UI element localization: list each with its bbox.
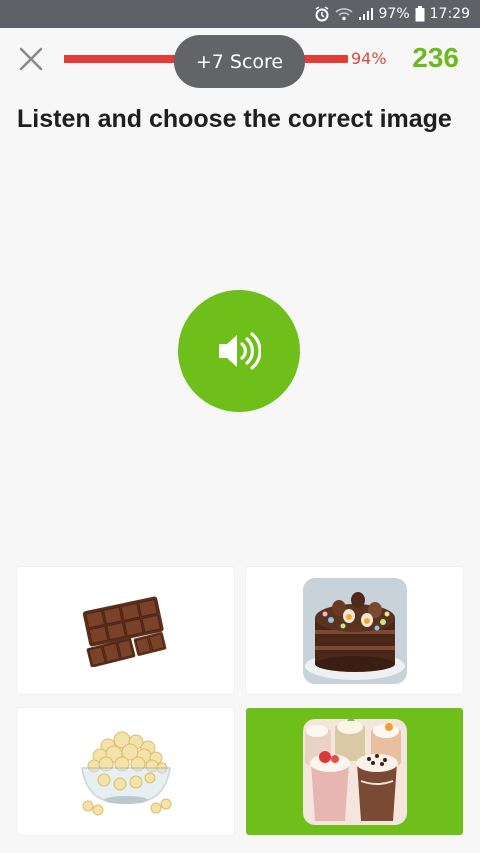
popcorn-bowl-image <box>80 731 171 815</box>
option-popcorn-bowl[interactable] <box>17 708 234 835</box>
option-chocolate-bar[interactable] <box>17 567 234 694</box>
progress-percent: 94% <box>351 49 387 68</box>
score-toast: +7 Score <box>174 35 305 88</box>
status-bar: 97% 17:29 <box>0 0 480 28</box>
battery-percent: 97% <box>378 6 410 22</box>
signal-icon <box>358 7 374 21</box>
close-button[interactable] <box>18 46 44 72</box>
close-icon <box>19 47 43 71</box>
option-chocolate-egg-cake[interactable] <box>246 567 463 694</box>
clock: 17:29 <box>429 6 470 22</box>
lesson-header: 94% 236 +7 Score <box>0 28 480 92</box>
chocolate-egg-cake-image <box>302 577 407 684</box>
battery-icon <box>415 6 425 22</box>
milkshakes-image <box>302 718 407 825</box>
wifi-icon <box>334 7 353 21</box>
alarm-icon <box>314 6 330 22</box>
score-value: 236 <box>412 42 459 73</box>
play-audio-button[interactable] <box>178 290 300 412</box>
option-milkshakes[interactable] <box>246 708 463 835</box>
speaker-icon <box>219 332 261 370</box>
question-prompt: Listen and choose the correct image <box>17 105 452 133</box>
chocolate-bar-image <box>82 596 166 667</box>
